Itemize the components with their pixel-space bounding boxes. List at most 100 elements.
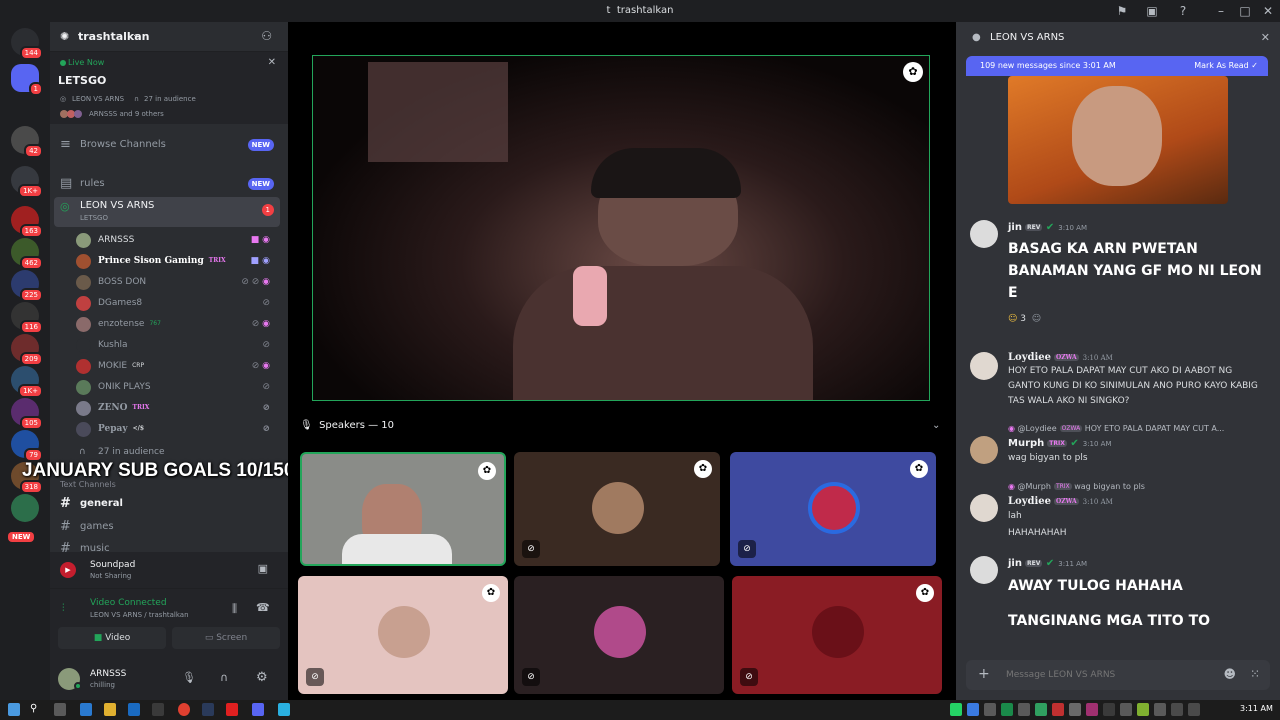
server-icon[interactable]: 42 xyxy=(11,126,43,158)
pin-icon[interactable]: ✿ xyxy=(478,462,496,480)
tray-icon[interactable] xyxy=(984,703,996,716)
voice-user[interactable]: MOKIE CRP ⊘ ◉ xyxy=(76,356,276,376)
featured-video[interactable]: ✿ xyxy=(312,55,930,401)
avatar[interactable] xyxy=(970,220,998,248)
new-messages-bar[interactable]: 109 new messages since 3:01 AM Mark As R… xyxy=(966,56,1268,76)
message-author[interactable]: Murph TRIX ✔ 3:10 AM xyxy=(1008,438,1112,449)
voice-user[interactable]: BOSS DON ⊘ ⊘ ◉ xyxy=(76,272,276,292)
wifi-icon[interactable] xyxy=(1171,703,1183,716)
tray-icon[interactable] xyxy=(1069,703,1081,716)
channel-games[interactable]: # games xyxy=(54,517,280,537)
voice-user[interactable]: DGames8 ⊘ xyxy=(76,293,276,313)
tray-icon[interactable] xyxy=(1001,703,1013,716)
pin-icon[interactable]: ✿ xyxy=(694,460,712,478)
discord-home-icon[interactable]: 144 xyxy=(11,28,43,60)
folder-icon[interactable] xyxy=(104,703,116,716)
speakers-header[interactable]: 🎙 Speakers — 10 xyxy=(300,420,394,431)
speaker-tile[interactable]: ✿ ⊘ xyxy=(298,576,508,694)
speaker-tile[interactable]: ⊘ xyxy=(514,576,724,694)
server-icon[interactable]: 462 xyxy=(11,238,43,270)
tray-icon[interactable] xyxy=(1018,703,1030,716)
speaker-tile[interactable]: ✿ ⊘ xyxy=(730,452,936,566)
message-input[interactable] xyxy=(1006,666,1206,684)
message-author[interactable]: jin REV ✔ 3:11 AM xyxy=(1008,558,1087,569)
tray-icon[interactable] xyxy=(1137,703,1149,716)
voice-user[interactable]: enzotense 767 ⊘ ◉ xyxy=(76,314,276,334)
channel-stage-active[interactable]: ◎ LEON VS ARNS LETSGO 1 xyxy=(54,197,280,227)
channel-rules[interactable]: ▤ rules NEW xyxy=(54,174,280,194)
meme-image[interactable] xyxy=(1008,76,1228,204)
discord-icon[interactable] xyxy=(252,703,264,716)
noise-suppression-icon[interactable]: ⫼ xyxy=(232,602,237,616)
server-icon[interactable]: 105 xyxy=(11,398,43,430)
pin-icon[interactable]: ✿ xyxy=(903,62,923,82)
add-attachment-icon[interactable]: + xyxy=(978,666,990,682)
connection-location[interactable]: LEON VS ARNS / trashtalkan xyxy=(90,611,189,619)
video-button[interactable]: ■ Video xyxy=(58,627,166,649)
tray-icon[interactable] xyxy=(1103,703,1115,716)
server-header[interactable]: ✺ trashtalkan ⌄ ⚇ xyxy=(50,22,288,52)
mark-as-read-button[interactable]: Mark As Read ✓ xyxy=(1194,56,1258,76)
avatar[interactable] xyxy=(970,436,998,464)
server-icon[interactable]: 116 xyxy=(11,302,43,334)
app-icon[interactable] xyxy=(128,703,140,716)
tray-icon[interactable] xyxy=(1120,703,1132,716)
task-view-icon[interactable] xyxy=(54,703,66,716)
voice-user[interactable]: ZENO TRIX ⊘ xyxy=(76,398,276,418)
close-icon[interactable]: ✕ xyxy=(268,57,276,68)
pin-icon[interactable]: ✿ xyxy=(916,584,934,602)
steam-icon[interactable] xyxy=(202,703,214,716)
server-icon[interactable]: 1K+ xyxy=(11,166,43,198)
reply-preview[interactable]: ◉ @Loydiee OZWA HOY ETO PALA DAPAT MAY CU… xyxy=(1008,424,1224,433)
emoji-icon[interactable]: ☻ xyxy=(1223,667,1236,681)
reply-preview[interactable]: ◉ @Murph TRIX wag bigyan to pls xyxy=(1008,482,1145,491)
audience-count[interactable]: ∩ 27 in audience xyxy=(76,442,276,462)
voice-user[interactable]: ARNSSS ■ ◉ xyxy=(76,230,276,250)
invite-user-icon[interactable]: ⚇ xyxy=(261,29,272,43)
speaker-tile[interactable]: ✿ ⊘ xyxy=(514,452,720,566)
chrome-icon[interactable] xyxy=(178,703,190,716)
search-icon[interactable]: ⚲ xyxy=(30,703,42,716)
server-icon[interactable]: 209 xyxy=(11,334,43,366)
channel-music[interactable]: # music xyxy=(54,540,280,552)
reaction[interactable]: ☺ 3 ☺ xyxy=(1008,314,1041,324)
server-icon[interactable] xyxy=(11,494,39,522)
voice-user[interactable]: Pepay </$ ⊘ xyxy=(76,419,276,439)
maximize-icon[interactable]: □ xyxy=(1237,3,1253,19)
server-icon[interactable]: 79 xyxy=(11,430,43,462)
pin-icon[interactable]: ✿ xyxy=(910,460,928,478)
speaker-tile[interactable]: ✿ ⊘ xyxy=(732,576,942,694)
server-icon[interactable]: 163 xyxy=(11,206,43,238)
volume-icon[interactable] xyxy=(1188,703,1200,716)
speaker-tile[interactable]: ✿ xyxy=(300,452,506,566)
inbox-icon[interactable]: ⚑ xyxy=(1114,3,1130,19)
clock[interactable]: 3:11 AM xyxy=(1240,704,1273,713)
add-reaction-icon[interactable]: ☺ xyxy=(1032,314,1041,324)
gear-icon[interactable]: ⚙ xyxy=(256,670,268,685)
screen-share-icon[interactable]: ▣ xyxy=(258,562,268,575)
tray-icon[interactable] xyxy=(1086,703,1098,716)
voice-user[interactable]: ONIK PLAYS ⊘ xyxy=(76,377,276,397)
app-icon[interactable] xyxy=(80,703,92,716)
windows-start-icon[interactable] xyxy=(8,703,20,716)
microphone-icon[interactable]: 🎙 xyxy=(182,671,196,684)
server-icon[interactable]: 225 xyxy=(11,270,43,302)
avatar[interactable] xyxy=(970,556,998,584)
close-window-icon[interactable]: ✕ xyxy=(1260,3,1276,19)
pin-icon[interactable]: ✿ xyxy=(482,584,500,602)
server-trashtalkan-icon[interactable]: 1 xyxy=(11,64,43,96)
message-author[interactable]: jin REV ✔ 3:10 AM xyxy=(1008,222,1087,233)
tray-icon[interactable] xyxy=(1052,703,1064,716)
live-event-card[interactable]: Live Now ✕ LETSGO ◎ LEON VS ARNS ∩ 27 in… xyxy=(50,52,288,124)
headphones-icon[interactable]: ∩ xyxy=(220,671,228,684)
app-icon[interactable] xyxy=(226,703,238,716)
bluetooth-icon[interactable] xyxy=(967,703,979,716)
screen-share-icon[interactable]: ▣ xyxy=(1144,3,1160,19)
browse-channels[interactable]: ≡ Browse Channels NEW xyxy=(54,135,280,155)
tray-icon[interactable] xyxy=(1154,703,1166,716)
voice-user[interactable]: Prince Sison Gaming TRIX ■ ◉ xyxy=(76,251,276,271)
help-icon[interactable]: ? xyxy=(1175,3,1191,19)
message-author[interactable]: Loydiee OZWA 3:10 AM xyxy=(1008,496,1113,507)
server-icon[interactable]: 1K+ xyxy=(11,366,43,398)
voice-user[interactable]: Kushla ⊘ xyxy=(76,335,276,355)
